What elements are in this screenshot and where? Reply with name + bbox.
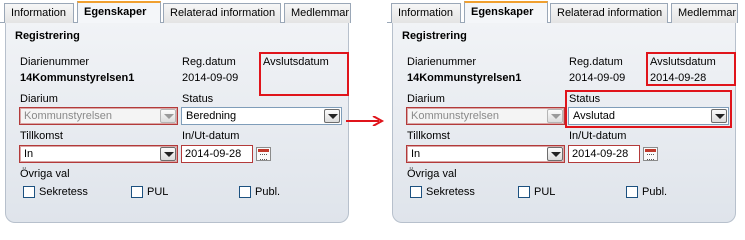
regdatum-label: Reg.datum: [182, 56, 236, 68]
status-label: Status: [182, 93, 214, 105]
inut-datum-label: In/Ut-datum: [182, 130, 240, 142]
status-value: Beredning: [186, 110, 237, 122]
diarium-select: Kommunstyrelsen: [406, 107, 565, 125]
diarium-select: Kommunstyrelsen: [19, 107, 178, 125]
diarium-label: Diarium: [20, 93, 58, 105]
diarium-value: Kommunstyrelsen: [24, 110, 113, 122]
before-panel: Information Egenskaper Relaterad informa…: [0, 0, 351, 223]
tab-medlemmar[interactable]: Medlemmar: [671, 3, 738, 23]
tab-information[interactable]: Information: [4, 3, 74, 23]
chevron-down-icon[interactable]: [160, 147, 176, 161]
pul-checkbox[interactable]: [518, 186, 530, 198]
diarium-value: Kommunstyrelsen: [411, 110, 500, 122]
regdatum-label: Reg.datum: [569, 56, 623, 68]
tab-relaterad-information[interactable]: Relaterad information: [550, 3, 668, 23]
sekretess-checkbox[interactable]: [23, 186, 35, 198]
avslutsdatum-highlight: [646, 52, 736, 86]
sekretess-checkbox[interactable]: [410, 186, 422, 198]
diarienummer-label: Diarienummer: [407, 56, 477, 68]
chevron-down-icon[interactable]: [547, 147, 563, 161]
diarienummer-label: Diarienummer: [20, 56, 90, 68]
avslutsdatum-highlight: [259, 52, 349, 96]
inut-datum-label: In/Ut-datum: [569, 130, 627, 142]
after-panel: Information Egenskaper Relaterad informa…: [387, 0, 738, 223]
tab-relaterad-information[interactable]: Relaterad information: [163, 3, 281, 23]
ovriga-val-label: Övriga val: [20, 168, 70, 180]
tillkomst-select[interactable]: In: [406, 145, 565, 163]
diarienummer-value: 14Kommunstyrelsen1: [407, 72, 522, 84]
publ-checkbox[interactable]: [239, 186, 251, 198]
pul-label: PUL: [147, 186, 169, 198]
inut-datum-input[interactable]: 2014-09-28: [568, 145, 640, 163]
section-title: Registrering: [15, 30, 80, 42]
diarienummer-value: 14Kommunstyrelsen1: [20, 72, 135, 84]
arrow-right-icon: [346, 116, 385, 126]
tillkomst-select[interactable]: In: [19, 145, 178, 163]
calendar-icon[interactable]: [643, 147, 658, 161]
chevron-down-icon[interactable]: [324, 109, 340, 123]
tab-bar: Information Egenskaper Relaterad informa…: [0, 0, 351, 24]
section-title: Registrering: [402, 30, 467, 42]
properties-body: Registrering Diarienummer 14Kommunstyrel…: [392, 23, 736, 223]
sekretess-label: Sekretess: [39, 186, 88, 198]
tab-bar: Information Egenskaper Relaterad informa…: [387, 0, 738, 24]
tillkomst-label: Tillkomst: [407, 130, 450, 142]
publ-label: Publ.: [642, 186, 668, 198]
regdatum-value: 2014-09-09: [569, 72, 626, 84]
pul-checkbox[interactable]: [131, 186, 143, 198]
regdatum-value: 2014-09-09: [182, 72, 239, 84]
tillkomst-value: In: [24, 148, 34, 160]
pul-label: PUL: [534, 186, 556, 198]
status-select[interactable]: Beredning: [181, 107, 342, 125]
calendar-icon[interactable]: [256, 147, 271, 161]
publ-label: Publ.: [255, 186, 281, 198]
tab-egenskaper[interactable]: Egenskaper: [77, 1, 161, 24]
tab-egenskaper[interactable]: Egenskaper: [464, 1, 548, 24]
chevron-down-icon: [547, 109, 563, 123]
properties-body: Registrering Diarienummer 14Kommunstyrel…: [5, 23, 349, 223]
inut-datum-input[interactable]: 2014-09-28: [181, 145, 253, 163]
tillkomst-value: In: [411, 148, 421, 160]
publ-checkbox[interactable]: [626, 186, 638, 198]
tab-medlemmar[interactable]: Medlemmar: [284, 3, 351, 23]
chevron-down-icon: [160, 109, 176, 123]
status-highlight: [565, 90, 732, 128]
ovriga-val-label: Övriga val: [407, 168, 457, 180]
tab-information[interactable]: Information: [391, 3, 461, 23]
inut-datum-value: 2014-09-28: [572, 148, 629, 160]
sekretess-label: Sekretess: [426, 186, 475, 198]
inut-datum-value: 2014-09-28: [185, 148, 242, 160]
diarium-label: Diarium: [407, 93, 445, 105]
tillkomst-label: Tillkomst: [20, 130, 63, 142]
